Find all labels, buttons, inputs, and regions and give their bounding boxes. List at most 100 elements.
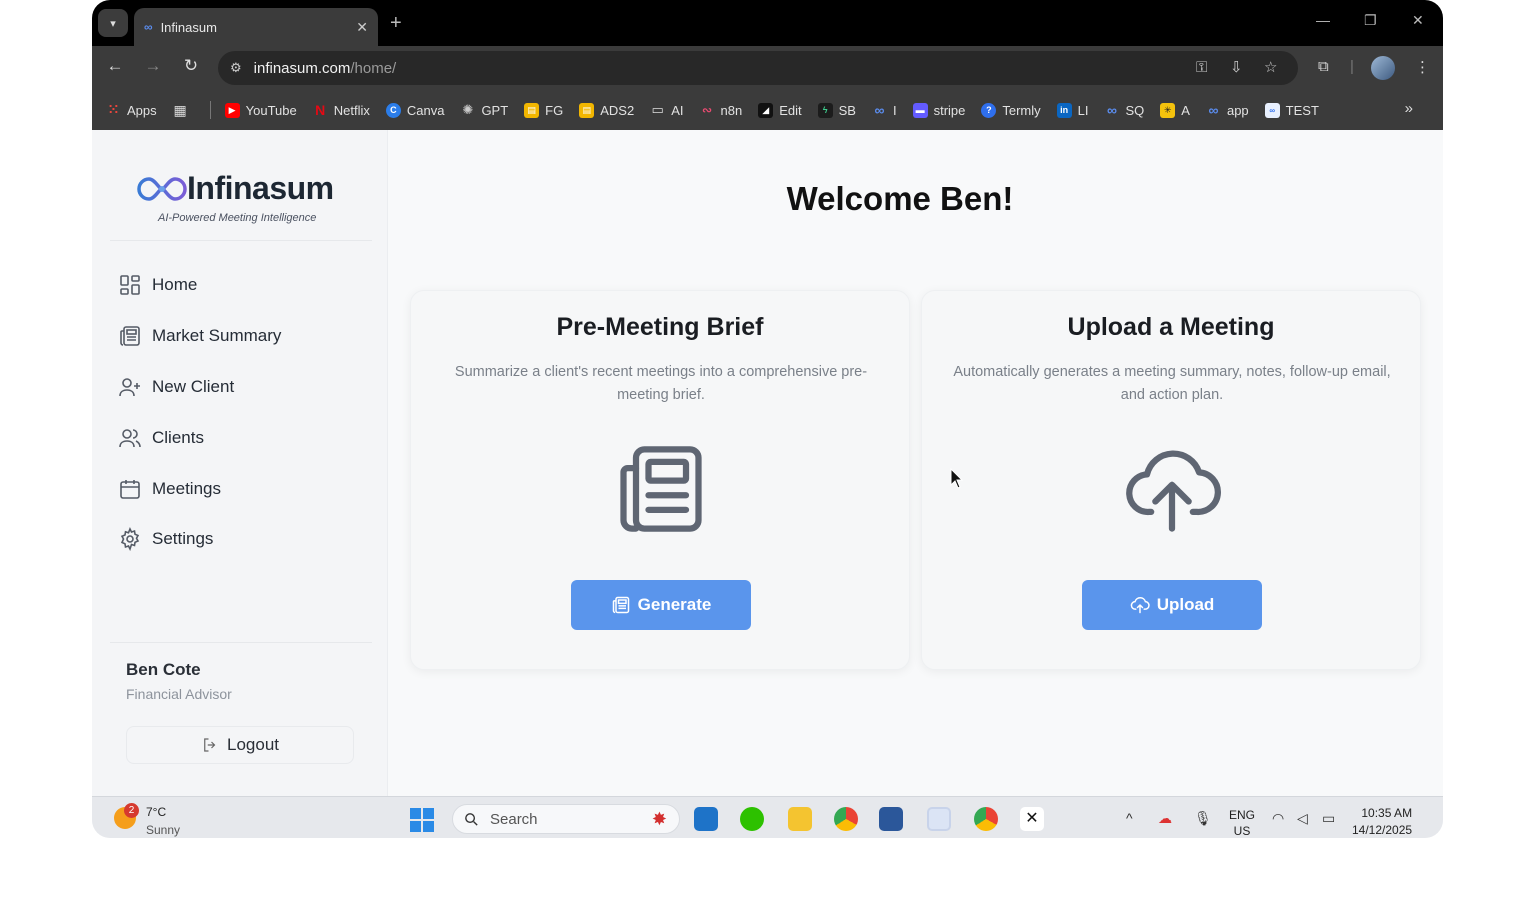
minimize-icon[interactable]: — bbox=[1316, 12, 1330, 28]
bookmark-star-icon[interactable]: ☆ bbox=[1264, 51, 1277, 85]
chrome-icon[interactable] bbox=[834, 807, 858, 831]
extensions-puzzle-icon[interactable]: ⧉ bbox=[1318, 58, 1329, 75]
bookmark-item[interactable]: ▤ ADS2 bbox=[579, 102, 634, 118]
bookmark-item[interactable]: C Canva bbox=[385, 102, 444, 118]
sidebar-item-market-summary[interactable]: Market Summary bbox=[118, 311, 368, 362]
bookmark-item[interactable]: ⁙ Apps bbox=[106, 102, 157, 118]
reload-icon[interactable]: ↻ bbox=[179, 56, 203, 76]
sidebar-item-clients[interactable]: Clients bbox=[118, 412, 368, 463]
capcut-icon[interactable]: ✕ bbox=[1020, 807, 1044, 831]
bookmark-item[interactable]: ▶ YouTube bbox=[224, 102, 297, 118]
word-icon[interactable] bbox=[879, 807, 903, 831]
windows-taskbar: 2 7°C Sunny Search ✸ ✕ ^ ☁ 🎙 ENG US ◠ ◁ … bbox=[92, 796, 1443, 838]
canva-icon: C bbox=[385, 102, 401, 118]
infinity-favicon-icon: ∞ bbox=[144, 20, 153, 34]
sidebar-item-home[interactable]: Home bbox=[118, 260, 368, 311]
password-key-icon[interactable]: ⚿ bbox=[1196, 51, 1207, 85]
bookmark-separator bbox=[209, 101, 211, 119]
battery-icon[interactable]: ▭ bbox=[1322, 810, 1335, 827]
microphone-icon[interactable]: 🎙 bbox=[1194, 810, 1212, 827]
bookmark-item[interactable]: ∞ TEST bbox=[1264, 102, 1319, 118]
infinity-icon: ∞ bbox=[1208, 102, 1219, 118]
volume-icon[interactable]: ◁ bbox=[1297, 810, 1308, 827]
bookmark-label: LI bbox=[1077, 102, 1089, 118]
more-bookmarks-chevron-icon[interactable]: » bbox=[1405, 100, 1413, 117]
logout-button[interactable]: Logout bbox=[126, 726, 354, 764]
tab-search-button[interactable]: ▾ bbox=[98, 9, 128, 37]
window-close-icon[interactable]: ✕ bbox=[1412, 12, 1424, 29]
bookmark-item[interactable]: ▭ AI bbox=[650, 102, 684, 118]
bookmark-item[interactable]: ✺ GPT bbox=[460, 102, 508, 118]
outlook-icon[interactable] bbox=[694, 807, 718, 831]
sidebar-item-new-client[interactable]: New Client bbox=[118, 362, 368, 413]
bookmark-item[interactable]: ∞ SQ bbox=[1105, 102, 1144, 118]
cloud-upload-icon bbox=[1130, 596, 1150, 614]
bookmark-label: app bbox=[1226, 102, 1249, 118]
bookmark-label: Termly bbox=[1002, 102, 1041, 118]
taskbar-search[interactable]: Search ✸ bbox=[452, 804, 680, 834]
tab-close-icon[interactable]: ✕ bbox=[356, 19, 368, 36]
bookmark-item[interactable]: ∞ app bbox=[1206, 102, 1249, 118]
apps-grid-icon: ⁙ bbox=[108, 102, 119, 117]
system-clock[interactable]: 10:35 AM 14/12/2025 bbox=[1352, 805, 1412, 838]
tray-chevron-up-icon[interactable]: ^ bbox=[1126, 810, 1133, 826]
windows-start-icon[interactable] bbox=[410, 808, 434, 832]
tray-cloud-icon[interactable]: ☁ bbox=[1158, 810, 1172, 827]
snipping-tool-icon[interactable] bbox=[927, 807, 951, 831]
cloud-upload-icon bbox=[1126, 450, 1221, 532]
calendar-icon bbox=[120, 479, 140, 499]
language-indicator[interactable]: ENG US bbox=[1229, 807, 1255, 838]
forward-arrow-icon[interactable]: → bbox=[141, 56, 165, 76]
taskbar-search-label: Search bbox=[490, 810, 538, 828]
new-tab-button[interactable]: + bbox=[390, 12, 402, 35]
bookmark-item[interactable]: ▦ bbox=[173, 102, 194, 118]
bookmark-item[interactable]: ∞ I bbox=[872, 102, 896, 118]
sidebar-item-settings[interactable]: Settings bbox=[118, 514, 368, 565]
weather-temperature: 7°C bbox=[146, 805, 167, 819]
site-settings-icon[interactable]: ⚙ bbox=[230, 60, 242, 76]
generate-button[interactable]: Generate bbox=[571, 580, 751, 630]
newspaper-icon bbox=[120, 326, 140, 346]
browser-tab[interactable]: ∞ Infinasum ✕ bbox=[134, 8, 378, 46]
pre-meeting-brief-card: Pre-Meeting Brief Summarize a client's r… bbox=[410, 290, 910, 670]
brand-logo[interactable]: Infinasum bbox=[137, 170, 334, 207]
bookmark-item[interactable]: ▬ stripe bbox=[912, 102, 965, 118]
screen: ▾ ∞ Infinasum ✕ + — ❐ ✕ ← → ↻ ⚙ infinasu… bbox=[92, 0, 1443, 838]
sidebar-item-meetings[interactable]: Meetings bbox=[118, 463, 368, 514]
bookmark-label: AI bbox=[671, 102, 684, 118]
sidebar-divider bbox=[110, 642, 372, 643]
wifi-icon[interactable]: ◠ bbox=[1272, 810, 1284, 827]
clock-time: 10:35 AM bbox=[1361, 806, 1413, 820]
fg-icon: ▤ bbox=[524, 102, 540, 118]
back-arrow-icon[interactable]: ← bbox=[103, 56, 127, 76]
user-name: Ben Cote bbox=[126, 660, 201, 679]
bookmark-item[interactable]: ◢ Edit bbox=[758, 102, 802, 118]
bookmark-item[interactable]: N Netflix bbox=[313, 102, 370, 118]
wechat-icon[interactable] bbox=[740, 807, 764, 831]
restore-icon[interactable]: ❐ bbox=[1364, 12, 1377, 29]
bookmark-item[interactable]: in LI bbox=[1056, 102, 1089, 118]
bookmark-label: YouTube bbox=[245, 102, 297, 118]
bookmark-item[interactable]: ? Termly bbox=[981, 102, 1041, 118]
chrome-profile-icon[interactable] bbox=[974, 807, 998, 831]
bookmark-item[interactable]: ▤ FG bbox=[524, 102, 563, 118]
netflix-icon: N bbox=[315, 102, 326, 118]
ads2-icon: ▤ bbox=[579, 102, 595, 118]
install-app-icon[interactable]: ⇩ bbox=[1230, 51, 1243, 85]
gpt-icon: ✺ bbox=[462, 102, 474, 117]
sidebar-item-label: New Client bbox=[152, 376, 235, 396]
tab-title: Infinasum bbox=[160, 19, 217, 35]
address-bar[interactable]: ⚙ infinasum.com/home/ ⚿ ⇩ ☆ bbox=[218, 51, 1298, 85]
upload-button[interactable]: Upload bbox=[1082, 580, 1262, 630]
bookmark-item[interactable]: ✳ A bbox=[1160, 102, 1190, 118]
profile-avatar[interactable] bbox=[1371, 56, 1395, 80]
url-path: /home/ bbox=[350, 59, 397, 77]
bookmark-label: TEST bbox=[1285, 102, 1319, 118]
bookmark-item[interactable]: ϟ SB bbox=[817, 102, 856, 118]
more-menu-icon[interactable]: ⋮ bbox=[1415, 58, 1430, 76]
bookmarks-bar: ⁙ Apps ▦ ▶ YouTube N Netflix C Canva ✺ GPT ▤… bbox=[92, 90, 1443, 130]
bookmark-item[interactable]: ∾ n8n bbox=[700, 103, 742, 118]
url-host: infinasum.com bbox=[253, 59, 351, 77]
file-explorer-icon[interactable] bbox=[788, 807, 812, 831]
lang-bottom: US bbox=[1233, 824, 1251, 838]
